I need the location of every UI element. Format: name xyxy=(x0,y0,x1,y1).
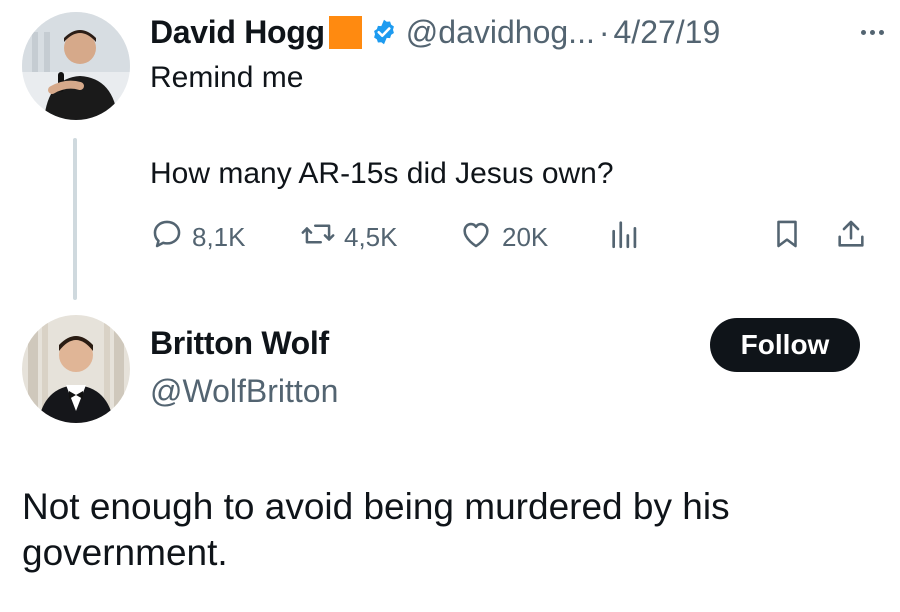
verified-badge-icon xyxy=(370,18,398,46)
share-icon xyxy=(834,217,868,258)
follow-button[interactable]: Follow xyxy=(710,318,860,372)
like-button[interactable]: 20K xyxy=(458,217,548,258)
avatar[interactable] xyxy=(22,12,130,120)
more-horizontal-icon[interactable] xyxy=(861,29,884,35)
reply-author-name[interactable]: Britton Wolf xyxy=(150,327,329,359)
bar-chart-icon xyxy=(608,217,642,258)
reply-icon xyxy=(150,217,184,258)
retweet-icon xyxy=(300,217,336,258)
separator-dot: · xyxy=(598,14,610,50)
share-button[interactable] xyxy=(834,217,868,258)
thread-connector-line xyxy=(73,138,77,300)
tweet-text-line2: How many AR-15s did Jesus own? xyxy=(150,157,614,190)
heart-icon xyxy=(458,217,494,258)
tweet-text-line1: Remind me xyxy=(150,61,304,94)
reply-count: 8,1K xyxy=(192,222,246,252)
bookmark-button[interactable] xyxy=(770,217,804,258)
like-count: 20K xyxy=(502,222,549,252)
square-badge-icon xyxy=(328,15,362,49)
tweet-action-bar: 8,1K 4,5K 20K xyxy=(150,215,880,255)
author-name[interactable]: David Hogg xyxy=(150,16,325,48)
retweet-button[interactable]: 4,5K xyxy=(300,217,398,258)
reply-text: Not enough to avoid being murdered by hi… xyxy=(22,486,730,574)
retweet-count: 4,5K xyxy=(344,222,398,252)
bookmark-icon xyxy=(770,217,804,258)
tweet-date[interactable]: 4/27/19 xyxy=(614,16,721,48)
author-handle[interactable]: @davidhog... xyxy=(406,16,595,48)
reply-author-handle[interactable]: @WolfBritton xyxy=(150,375,338,407)
tweet-header: David Hogg @davidhog... · 4/27/19 xyxy=(150,12,890,52)
avatar[interactable] xyxy=(22,315,130,423)
views-button[interactable] xyxy=(608,217,642,258)
reply-button[interactable]: 8,1K xyxy=(150,217,246,258)
